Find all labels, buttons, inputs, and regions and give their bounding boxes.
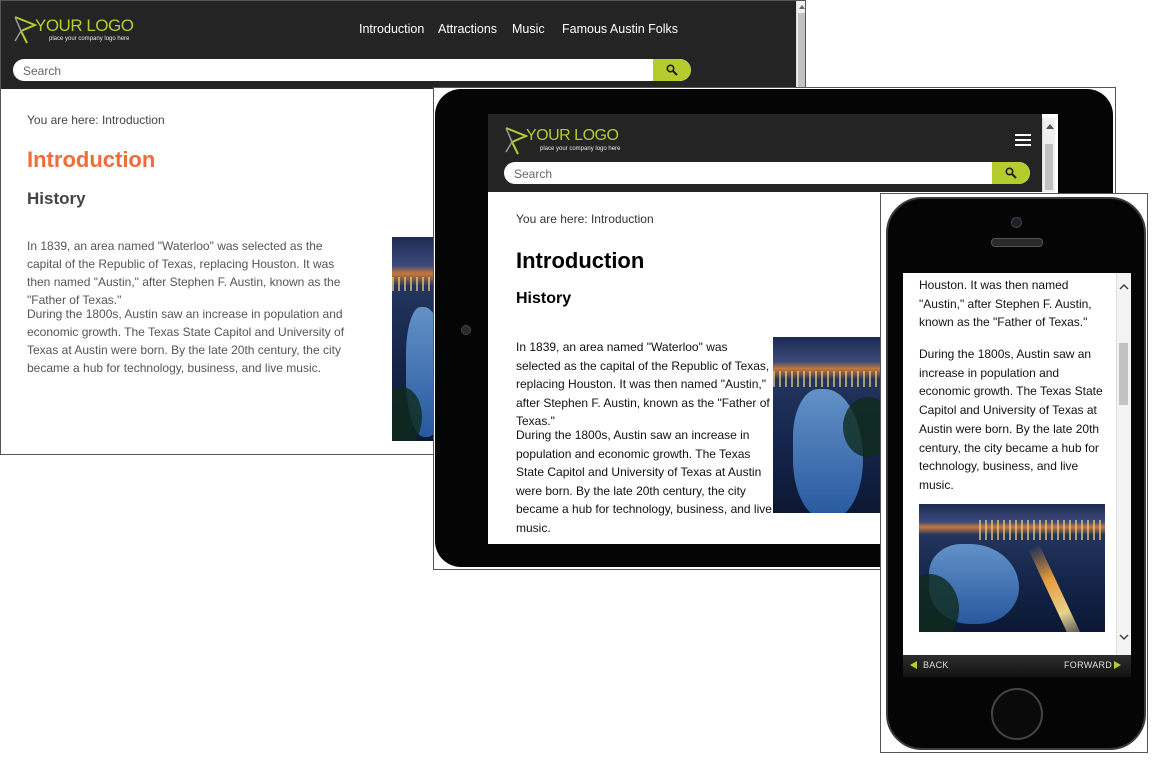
logo-mark-icon — [14, 16, 37, 44]
page-title: Introduction — [516, 248, 645, 273]
search-icon — [1005, 167, 1017, 179]
paragraph-2: During the 1800s, Austin saw an increase… — [516, 428, 772, 535]
desktop-search-bar — [13, 59, 691, 81]
logo-tagline: place your company logo here — [540, 146, 621, 152]
section-heading: History — [516, 290, 572, 307]
breadcrumb: You are here: Introduction — [516, 212, 654, 226]
phone-navigation-bar: BACK FORWARD — [903, 655, 1131, 677]
search-button[interactable] — [992, 162, 1030, 184]
desktop-scrollbar[interactable] — [796, 1, 805, 89]
paragraph-2: During the 1800s, Austin saw an increase… — [919, 347, 1103, 492]
nav-item-introduction[interactable]: Introduction — [359, 22, 424, 36]
scrollbar-thumb[interactable] — [1045, 144, 1053, 190]
phone-scrollbar[interactable] — [1116, 273, 1131, 655]
scroll-up-arrow-icon[interactable] — [1119, 283, 1129, 291]
tablet-scrollbar[interactable] — [1042, 118, 1055, 192]
paragraph-1: In 1839, an area named "Waterloo" was se… — [27, 239, 341, 307]
scroll-up-arrow-icon[interactable] — [1046, 124, 1054, 129]
desktop-header: YOUR LOGO place your company logo here I… — [1, 1, 797, 89]
nav-item-music[interactable]: Music — [512, 22, 545, 36]
scroll-down-arrow-icon[interactable] — [1119, 633, 1129, 641]
search-input[interactable] — [21, 59, 645, 81]
phone-camera — [1011, 217, 1022, 228]
triangle-right-icon[interactable] — [1114, 661, 1121, 669]
logo-tagline: place your company logo here — [49, 36, 130, 42]
tablet-camera — [461, 325, 471, 335]
tablet-search-bar — [504, 162, 1030, 184]
paragraph-1-tail: Houston. It was then named "Austin," aft… — [919, 278, 1092, 330]
triangle-left-icon[interactable] — [910, 661, 917, 669]
search-input[interactable] — [512, 162, 986, 184]
phone-home-button[interactable] — [991, 688, 1043, 740]
page-title: Introduction — [27, 147, 156, 172]
logo-text: YOUR LOGO — [35, 16, 134, 35]
logo-text: YOUR LOGO — [526, 127, 619, 144]
scrollbar-thumb[interactable] — [798, 13, 805, 87]
section-heading: History — [27, 189, 86, 208]
paragraph-2: During the 1800s, Austin saw an increase… — [27, 307, 345, 375]
breadcrumb: You are here: Introduction — [27, 113, 165, 127]
nav-item-famous-austin-folks[interactable]: Famous Austin Folks — [562, 22, 678, 36]
scrollbar-thumb[interactable] — [1119, 343, 1128, 405]
hamburger-menu-icon[interactable] — [1015, 134, 1031, 148]
paragraph-1: In 1839, an area named "Waterloo" was se… — [516, 340, 770, 428]
austin-skyline-photo — [773, 337, 883, 513]
phone-screen: Houston. It was then named "Austin," aft… — [903, 273, 1131, 655]
logo-mark-icon — [505, 127, 528, 155]
nav-item-attractions[interactable]: Attractions — [438, 22, 497, 36]
scroll-up-arrow-icon[interactable] — [799, 5, 805, 9]
search-button[interactable] — [653, 59, 691, 81]
austin-skyline-photo — [919, 504, 1105, 632]
forward-button[interactable]: FORWARD — [1064, 660, 1112, 670]
phone-speaker — [991, 238, 1043, 247]
search-icon — [666, 64, 678, 76]
back-button[interactable]: BACK — [923, 660, 949, 670]
tablet-header: YOUR LOGO place your company logo here — [488, 114, 1042, 192]
